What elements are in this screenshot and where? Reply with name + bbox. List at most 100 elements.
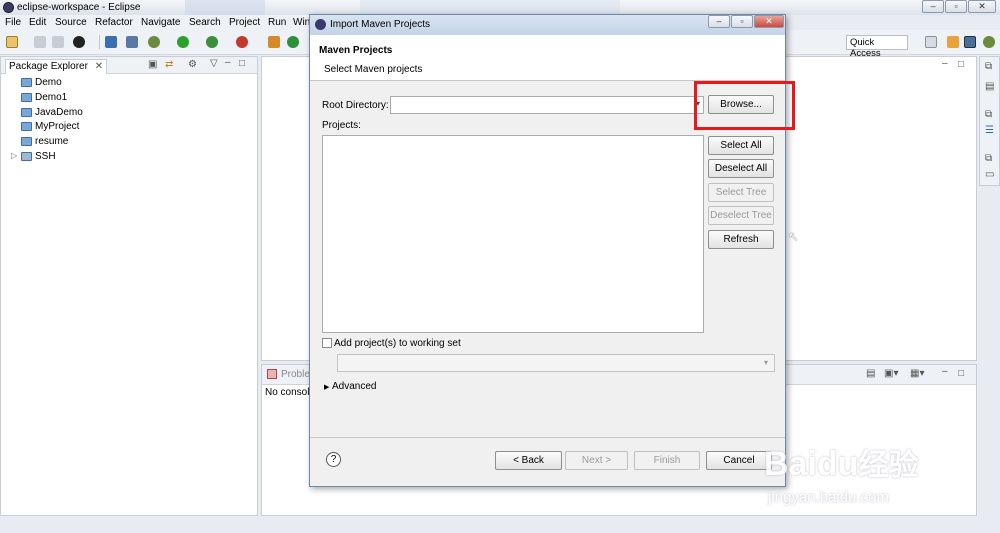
window-titlebar: eclipse-workspace - Eclipse – ▫ ✕ — [0, 0, 1000, 15]
view-menu-icon[interactable]: ▽ — [210, 58, 218, 69]
tab-problems[interactable]: Proble — [281, 369, 310, 380]
menu-navigate[interactable]: Navigate — [141, 17, 180, 28]
root-directory-input[interactable] — [390, 96, 704, 114]
open-perspective-icon[interactable] — [925, 36, 937, 48]
mouse-cursor-icon: ↖ — [788, 229, 799, 244]
eclipse-icon — [315, 19, 326, 30]
finish-button[interactable]: Finish — [634, 451, 700, 470]
advanced-section[interactable]: Advanced — [332, 381, 376, 392]
menu-window[interactable]: Win — [293, 17, 310, 28]
maximize-view-icon[interactable]: □ — [958, 368, 964, 379]
deselect-tree-button[interactable]: Deselect Tree — [708, 206, 774, 225]
tab-label: Package Explorer — [9, 61, 88, 72]
profile-icon[interactable] — [73, 36, 85, 48]
maximize-view-icon[interactable]: □ — [239, 58, 245, 69]
open-type-icon[interactable] — [287, 36, 299, 48]
open-console-icon[interactable]: ▦▾ — [910, 368, 924, 379]
debug-icon[interactable] — [148, 36, 160, 48]
wizard-page-title: Maven Projects — [319, 45, 393, 56]
menu-run[interactable]: Run — [268, 17, 286, 28]
folder-icon — [21, 93, 32, 102]
cancel-button[interactable]: Cancel — [706, 451, 772, 470]
maximize-view-icon[interactable]: □ — [958, 59, 964, 70]
projects-tree[interactable] — [322, 135, 704, 333]
back-button[interactable]: < Back — [495, 451, 562, 470]
minimize-view-icon[interactable]: – — [225, 57, 231, 68]
outline-icon[interactable]: ▤ — [985, 81, 994, 92]
java-ee-perspective-icon[interactable] — [947, 36, 959, 48]
restore-icon[interactable]: ⧉ — [985, 61, 992, 72]
close-icon[interactable]: ✕ — [754, 15, 784, 28]
restore-icon[interactable]: ⧉ — [985, 153, 992, 164]
minimize-view-icon[interactable]: – — [942, 58, 948, 69]
minimize-view-icon[interactable]: – — [942, 366, 948, 377]
menu-file[interactable]: File — [5, 17, 21, 28]
folder-icon — [21, 108, 32, 117]
tree-item[interactable]: resume — [21, 136, 68, 149]
select-tree-button[interactable]: Select Tree — [708, 183, 774, 202]
select-all-button[interactable]: Select All — [708, 136, 774, 155]
menu-source[interactable]: Source — [55, 17, 87, 28]
tree-item[interactable]: ▷ SSH — [11, 151, 56, 164]
external-tools-icon[interactable] — [206, 36, 218, 48]
console-message: No consol — [265, 387, 310, 398]
dialog-title: Import Maven Projects — [330, 19, 431, 30]
working-set-combo[interactable] — [337, 354, 775, 372]
highlight-box — [694, 81, 795, 130]
menu-search[interactable]: Search — [189, 17, 221, 28]
minimize-icon[interactable]: – — [922, 0, 944, 13]
java-perspective-icon[interactable] — [964, 36, 976, 48]
terminal-icon[interactable] — [105, 36, 117, 48]
save-icon[interactable] — [34, 36, 46, 48]
coverage-icon[interactable] — [236, 36, 248, 48]
debug-perspective-icon[interactable] — [983, 36, 995, 48]
tree-item[interactable]: JavaDemo — [21, 107, 83, 120]
filter-icon[interactable]: ⚙ — [188, 59, 197, 70]
maximize-icon[interactable]: ▫ — [731, 15, 753, 28]
pin-console-icon[interactable]: ▣▾ — [884, 368, 898, 379]
separator — [310, 437, 785, 438]
working-set-label: Add project(s) to working set — [334, 338, 461, 349]
wizard-page-description: Select Maven projects — [324, 64, 423, 75]
deselect-all-button[interactable]: Deselect All — [708, 159, 774, 178]
menu-bar: File Edit Source Refactor Navigate Searc… — [0, 15, 310, 30]
quick-access-input[interactable]: Quick Access — [846, 35, 908, 59]
new-icon[interactable] — [6, 36, 18, 48]
package-explorer-view: Package Explorer ✕ ▣ ⇄ ⚙ ▽ – □ Demo Demo… — [0, 56, 258, 516]
refresh-button[interactable]: Refresh — [708, 230, 774, 249]
close-icon[interactable]: ✕ — [968, 0, 996, 13]
tab-package-explorer[interactable]: Package Explorer ✕ — [5, 59, 108, 74]
link-editor-icon[interactable]: ⇄ — [165, 59, 173, 70]
eclipse-icon — [3, 2, 14, 13]
expand-icon[interactable]: ▷ — [11, 151, 17, 160]
background-taskbar — [360, 0, 620, 15]
panel-icon[interactable]: ▭ — [985, 169, 994, 180]
working-set-checkbox[interactable] — [322, 338, 332, 348]
menu-refactor[interactable]: Refactor — [95, 17, 133, 28]
tree-item[interactable]: MyProject — [21, 121, 79, 134]
restore-icon[interactable]: ⧉ — [985, 109, 992, 120]
skip-breakpoints-icon[interactable] — [126, 36, 138, 48]
next-button[interactable]: Next > — [565, 451, 628, 470]
task-list-icon[interactable]: ☰ — [985, 125, 994, 136]
tree-item[interactable]: Demo — [21, 77, 62, 90]
save-all-icon[interactable] — [52, 36, 64, 48]
close-icon[interactable]: ✕ — [95, 61, 103, 72]
background-taskbar — [185, 0, 265, 15]
display-console-icon[interactable]: ▤ — [866, 368, 875, 379]
root-directory-label: Root Directory: — [322, 100, 389, 111]
minimize-icon[interactable]: – — [708, 15, 730, 28]
dropdown-arrow-icon[interactable]: ▾ — [764, 358, 768, 367]
expand-icon[interactable]: ▶ — [324, 383, 329, 391]
help-icon[interactable]: ? — [326, 452, 341, 467]
collapse-all-icon[interactable]: ▣ — [148, 59, 157, 70]
dialog-header: Maven Projects Select Maven projects — [310, 35, 785, 81]
problems-icon — [267, 369, 277, 379]
watermark-url: jingyan.baidu.com — [768, 489, 889, 506]
menu-project[interactable]: Project — [229, 17, 260, 28]
tree-item[interactable]: Demo1 — [21, 92, 67, 105]
new-server-icon[interactable] — [268, 36, 280, 48]
maximize-icon[interactable]: ▫ — [945, 0, 967, 13]
menu-edit[interactable]: Edit — [29, 17, 46, 28]
run-icon[interactable] — [177, 36, 189, 48]
